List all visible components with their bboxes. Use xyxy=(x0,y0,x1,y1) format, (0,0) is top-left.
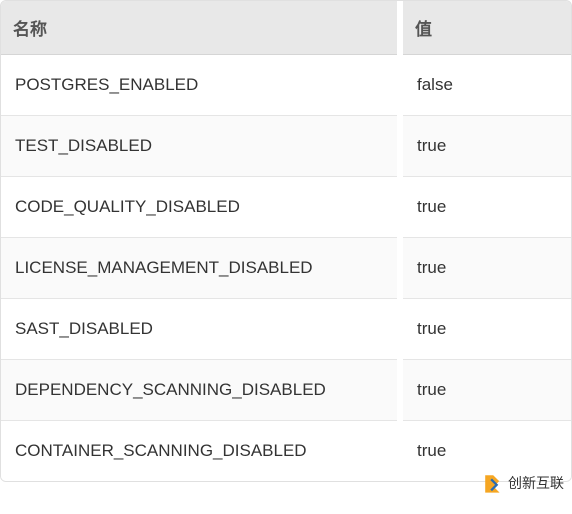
cell-value: true xyxy=(400,177,571,238)
cell-name: SAST_DISABLED xyxy=(1,299,400,360)
cell-name: POSTGRES_ENABLED xyxy=(1,55,400,116)
column-header-name: 名称 xyxy=(1,1,400,55)
table-row: CODE_QUALITY_DISABLED true xyxy=(1,177,571,238)
cell-value: true xyxy=(400,360,571,421)
table-row: TEST_DISABLED true xyxy=(1,116,571,177)
cell-name: CODE_QUALITY_DISABLED xyxy=(1,177,400,238)
cell-name: LICENSE_MANAGEMENT_DISABLED xyxy=(1,238,400,299)
cell-name: DEPENDENCY_SCANNING_DISABLED xyxy=(1,360,400,421)
config-table: 名称 值 POSTGRES_ENABLED false TEST_DISABLE… xyxy=(1,1,571,481)
table-row: LICENSE_MANAGEMENT_DISABLED true xyxy=(1,238,571,299)
table-header-row: 名称 值 xyxy=(1,1,571,55)
cell-name: TEST_DISABLED xyxy=(1,116,400,177)
cell-name: CONTAINER_SCANNING_DISABLED xyxy=(1,421,400,482)
cell-value: true xyxy=(400,299,571,360)
cell-value: false xyxy=(400,55,571,116)
table-row: CONTAINER_SCANNING_DISABLED true xyxy=(1,421,571,482)
table-row: DEPENDENCY_SCANNING_DISABLED true xyxy=(1,360,571,421)
table-body: POSTGRES_ENABLED false TEST_DISABLED tru… xyxy=(1,55,571,482)
cell-value: true xyxy=(400,421,571,482)
column-header-value: 值 xyxy=(400,1,571,55)
cell-value: true xyxy=(400,116,571,177)
table-row: SAST_DISABLED true xyxy=(1,299,571,360)
cell-value: true xyxy=(400,238,571,299)
config-table-container: 名称 值 POSTGRES_ENABLED false TEST_DISABLE… xyxy=(0,0,572,482)
table-row: POSTGRES_ENABLED false xyxy=(1,55,571,116)
